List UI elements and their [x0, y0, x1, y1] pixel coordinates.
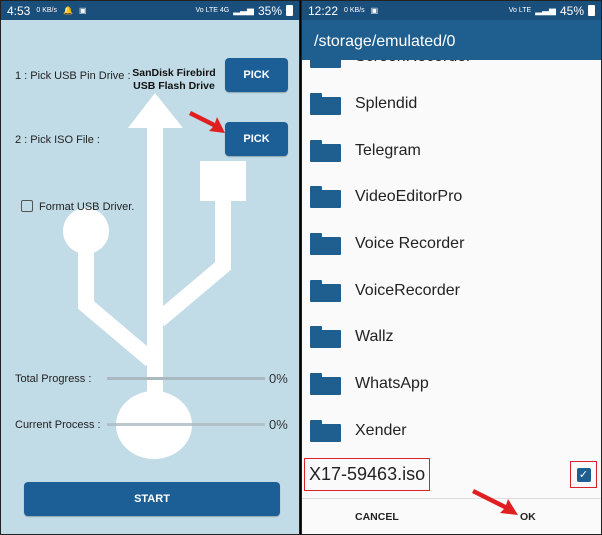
folder-icon [310, 139, 341, 162]
usb-trunk [147, 126, 163, 416]
battery-icon [588, 5, 595, 16]
folder-item[interactable]: VoiceRecorder [302, 267, 601, 314]
gallery-icon: ▣ [370, 6, 379, 15]
usb-arrow-head [128, 93, 183, 128]
folder-list[interactable]: ScreenRecorder Splendid Telegram VideoEd… [302, 34, 601, 454]
status-bar: 12:22 0 KB/s ▣ Vo LTE ▂▃▅ 45% [302, 1, 601, 20]
cancel-button[interactable]: CANCEL [355, 511, 399, 523]
usb-symbol-background [63, 93, 246, 459]
total-progress-label: Total Progress : [15, 373, 92, 385]
status-bar: 4:53 0 KB/s 🔔 ▣ Vo LTE 4G ▂▃▅ 35% [1, 1, 299, 20]
folder-name: Telegram [355, 141, 421, 159]
path-header: /storage/emulated/0 [302, 20, 601, 60]
current-process-bar [107, 423, 265, 426]
current-process-label: Current Process : [15, 419, 101, 431]
notification-icon: 🔔 [62, 6, 73, 15]
folder-icon [310, 93, 341, 116]
folder-item[interactable]: WhatsApp [302, 361, 601, 408]
folder-icon [310, 419, 341, 442]
file-picker-dialog: 12:22 0 KB/s ▣ Vo LTE ▂▃▅ 45% /storage/e… [301, 0, 602, 535]
folder-item[interactable]: VideoEditorPro [302, 174, 601, 221]
status-right: Vo LTE ▂▃▅ 45% [509, 4, 595, 18]
selected-file-name: X17-59463.iso [304, 458, 431, 491]
status-right: Vo LTE 4G ▂▃▅ 35% [195, 4, 293, 18]
status-time: 12:22 [308, 3, 339, 18]
folder-item[interactable]: Wallz [302, 314, 601, 361]
current-path: /storage/emulated/0 [314, 33, 456, 50]
ok-button[interactable]: OK [520, 511, 536, 523]
annotation-arrow-icon [472, 489, 518, 515]
usb-right-branch [153, 253, 231, 327]
format-usb-checkbox[interactable] [21, 200, 33, 212]
dialog-divider [302, 498, 601, 499]
app-notification-icon: ▣ [78, 6, 87, 15]
folder-icon [310, 233, 341, 256]
drive-name: SanDisk Firebird USB Flash Drive [132, 67, 216, 92]
folder-item[interactable]: Voice Recorder [302, 221, 601, 268]
folder-item[interactable]: Telegram [302, 127, 601, 174]
checkmark-icon: ✓ [576, 467, 591, 482]
signal-icon: ▂▃▅ [233, 5, 254, 15]
pick-iso-label: 2 : Pick ISO File : [15, 134, 100, 146]
selected-file-row[interactable]: X17-59463.iso ✓ [302, 456, 601, 496]
folder-icon [310, 186, 341, 209]
folder-name: WhatsApp [355, 375, 429, 393]
usb-square-stem [215, 200, 231, 255]
folder-name: VoiceRecorder [355, 281, 460, 299]
battery-percent: 45% [559, 3, 584, 18]
format-usb-label: Format USB Driver. [39, 201, 135, 213]
folder-icon [310, 279, 341, 302]
pick-usb-label: 1 : Pick USB Pin Drive : [15, 70, 131, 82]
folder-name: VideoEditorPro [355, 188, 463, 206]
total-progress-bar [107, 377, 265, 380]
carrier-label: Vo LTE [508, 7, 532, 14]
annotation-arrow-icon [189, 111, 225, 133]
folder-icon [310, 373, 341, 396]
usb-left-branch [78, 295, 157, 367]
notification-icons: 0 KB/s 🔔 ▣ [36, 6, 86, 15]
selected-file-checkbox[interactable]: ✓ [570, 461, 597, 488]
pick-usb-button[interactable]: PICK [225, 58, 288, 92]
start-button[interactable]: START [24, 482, 280, 516]
folder-name: Splendid [355, 95, 418, 113]
pick-iso-button[interactable]: PICK [225, 122, 288, 156]
folder-icon [310, 326, 341, 349]
folder-name: Voice Recorder [355, 235, 465, 253]
notification-icons: 0 KB/s ▣ [344, 6, 378, 15]
battery-icon [286, 5, 293, 16]
usb-circle-stem [78, 240, 94, 300]
total-progress-value: 0% [269, 371, 288, 386]
battery-percent: 35% [257, 3, 282, 18]
current-process-value: 0% [269, 417, 288, 432]
usb-burner-screen: 4:53 0 KB/s 🔔 ▣ Vo LTE 4G ▂▃▅ 35% 1 : Pi… [0, 0, 300, 535]
folder-name: Xender [355, 421, 407, 439]
signal-icon: ▂▃▅ [535, 5, 556, 15]
folder-name: Wallz [355, 328, 394, 346]
network-speed: 0 KB/s [344, 7, 365, 14]
folder-item[interactable]: Xender [302, 408, 601, 455]
folder-item[interactable]: Splendid [302, 81, 601, 128]
carrier-label: Vo LTE 4G [195, 7, 230, 14]
network-speed: 0 KB/s [36, 7, 57, 14]
usb-square [200, 161, 246, 201]
status-time: 4:53 [7, 3, 31, 18]
